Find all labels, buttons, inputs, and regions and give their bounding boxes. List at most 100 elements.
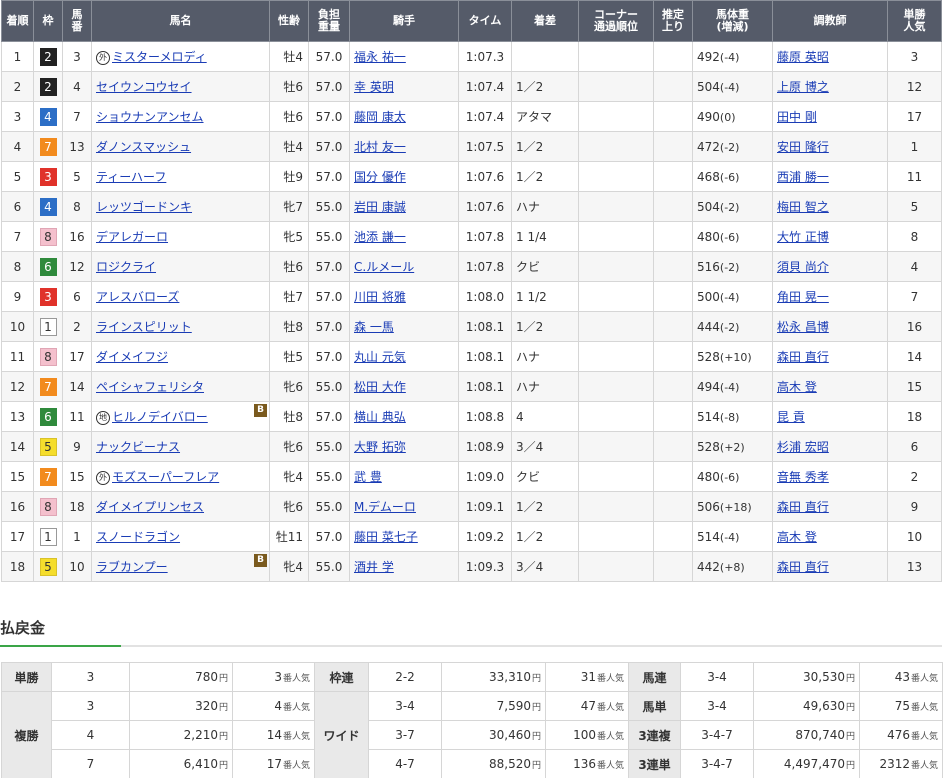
- jockey-link[interactable]: 藤岡 康太: [354, 110, 406, 124]
- trainer-link[interactable]: 音無 秀孝: [777, 470, 829, 484]
- weight-cell: 57.0: [308, 341, 350, 372]
- col-rank[interactable]: 着順: [1, 0, 34, 42]
- table-row: 7 8 16 デアレガーロ 牝5 55.0 池添 謙一 1:07.8 1 1/4 480(-6) 大…: [1, 221, 942, 252]
- horse-link[interactable]: ミスターメロディ: [112, 50, 207, 64]
- jockey-link[interactable]: 岩田 康誠: [354, 200, 406, 214]
- margin-cell: ハナ: [511, 191, 579, 222]
- rank-cell: 6: [1, 191, 34, 222]
- trainer-link[interactable]: 昆 貢: [777, 410, 805, 424]
- trainer-link[interactable]: 高木 登: [777, 530, 817, 544]
- horse-link[interactable]: ラブカンプー: [96, 560, 168, 574]
- horse-link[interactable]: ダイメイフジ: [96, 350, 168, 364]
- col-bodyweight[interactable]: 馬体重 (増減): [692, 0, 773, 42]
- jockey-link[interactable]: 国分 優作: [354, 170, 406, 184]
- trainer-link[interactable]: 森田 直行: [777, 560, 829, 574]
- jockey-cell: 横山 典弘: [349, 401, 459, 432]
- col-waku[interactable]: 枠: [33, 0, 63, 42]
- corner-cell: [578, 251, 654, 282]
- jockey-link[interactable]: 酒井 学: [354, 560, 394, 574]
- table-row: 1 2 3 外ミスターメロディ 牡4 57.0 福永 祐一 1:07.3 492(-4) 藤原 英…: [1, 41, 942, 72]
- fukusho-amount: 320円: [129, 691, 233, 721]
- trainer-link[interactable]: 西浦 勝一: [777, 170, 829, 184]
- horse-link[interactable]: アレスバローズ: [96, 290, 179, 304]
- jockey-link[interactable]: 丸山 元気: [354, 350, 406, 364]
- bodyweight-diff: (-6): [719, 170, 740, 184]
- jockey-link[interactable]: 北村 友一: [354, 140, 406, 154]
- wide-combo: 4-7: [368, 749, 442, 778]
- horse-link[interactable]: デアレガーロ: [96, 230, 168, 244]
- horse-link[interactable]: ラインスピリット: [96, 320, 192, 334]
- umaban-cell: 18: [62, 491, 92, 522]
- col-jockey[interactable]: 騎手: [349, 0, 459, 42]
- horse-link[interactable]: ショウナンアンセム: [96, 110, 204, 124]
- jockey-link[interactable]: C.ルメール: [354, 260, 414, 274]
- trainer-link[interactable]: 田中 剛: [777, 110, 817, 124]
- jockey-link[interactable]: 武 豊: [354, 470, 382, 484]
- col-horse[interactable]: 馬名: [91, 0, 270, 42]
- col-weight[interactable]: 負担 重量: [308, 0, 350, 42]
- jockey-link[interactable]: 幸 英明: [354, 80, 394, 94]
- horse-link[interactable]: ヒルノデイバロー: [112, 410, 208, 424]
- corner-cell: [578, 221, 654, 252]
- jockey-link[interactable]: 川田 将雅: [354, 290, 406, 304]
- trainer-link[interactable]: 高木 登: [777, 380, 817, 394]
- col-trainer[interactable]: 調教師: [772, 0, 888, 42]
- horse-link[interactable]: スノードラゴン: [96, 530, 180, 544]
- col-margin[interactable]: 着差: [511, 0, 579, 42]
- horse-link[interactable]: ロジクライ: [96, 260, 156, 274]
- col-time[interactable]: タイム: [458, 0, 512, 42]
- time-cell: 1:08.1: [458, 311, 512, 342]
- horse-link[interactable]: ペイシャフェリシタ: [96, 380, 204, 394]
- sanrentan-combo: 3-4-7: [680, 749, 754, 778]
- trainer-link[interactable]: 森田 直行: [777, 350, 829, 364]
- jockey-link[interactable]: 森 一馬: [354, 320, 394, 334]
- trainer-link[interactable]: 角田 晃一: [777, 290, 829, 304]
- horse-link[interactable]: ティーハーフ: [96, 170, 166, 184]
- trainer-link[interactable]: 上原 博之: [777, 80, 829, 94]
- col-sexage[interactable]: 性齢: [269, 0, 309, 42]
- time-cell: 1:07.5: [458, 131, 512, 162]
- umaban-cell: 5: [62, 161, 92, 192]
- jockey-link[interactable]: 池添 謙一: [354, 230, 406, 244]
- trainer-link[interactable]: 須貝 尚介: [777, 260, 829, 274]
- trainer-link[interactable]: 大竹 正博: [777, 230, 829, 244]
- weight-cell: 57.0: [308, 41, 350, 72]
- horse-link[interactable]: レッツゴードンキ: [96, 200, 192, 214]
- time-cell: 1:08.0: [458, 281, 512, 312]
- col-odds[interactable]: 単勝 人気: [887, 0, 942, 42]
- sexage-cell: 牝4: [269, 551, 309, 582]
- col-corner[interactable]: コーナー 通過順位: [578, 0, 654, 42]
- horse-link[interactable]: モズスーパーフレア: [112, 470, 219, 484]
- wide-pop: 100番人気: [545, 720, 629, 750]
- umatan-pop: 75番人気: [859, 691, 943, 721]
- horse-link[interactable]: ダノンスマッシュ: [96, 140, 191, 154]
- umaban-cell: 10: [62, 551, 92, 582]
- horse-link[interactable]: セイウンコウセイ: [96, 80, 192, 94]
- jockey-link[interactable]: 藤田 菜七子: [354, 530, 418, 544]
- popularity-cell: 2: [887, 461, 942, 492]
- col-umaban[interactable]: 馬 番: [62, 0, 92, 42]
- tansho-label: 単勝: [1, 662, 52, 692]
- time-cell: 1:09.1: [458, 491, 512, 522]
- bodyweight-diff: (+2): [719, 440, 745, 454]
- horse-link[interactable]: ナックビーナス: [96, 440, 180, 454]
- waku-badge: 5: [39, 437, 57, 456]
- horse-link[interactable]: ダイメイプリンセス: [96, 500, 204, 514]
- col-last3f[interactable]: 推定 上り: [653, 0, 693, 42]
- trainer-link[interactable]: 松永 昌博: [777, 320, 829, 334]
- horse-cell: スノードラゴン: [91, 521, 270, 552]
- sanrenpuku-label: 3連複: [628, 720, 681, 750]
- trainer-link[interactable]: 杉浦 宏昭: [777, 440, 829, 454]
- jockey-link[interactable]: 大野 拓弥: [354, 440, 406, 454]
- jockey-link[interactable]: 横山 典弘: [354, 410, 406, 424]
- jockey-link[interactable]: M.デムーロ: [354, 500, 416, 514]
- sanrenpuku-pop: 476番人気: [859, 720, 943, 750]
- trainer-link[interactable]: 安田 隆行: [777, 140, 829, 154]
- trainer-link[interactable]: 森田 直行: [777, 500, 829, 514]
- waku-cell: 3: [33, 161, 63, 192]
- jockey-link[interactable]: 福永 祐一: [354, 50, 406, 64]
- trainer-link[interactable]: 梅田 智之: [777, 200, 829, 214]
- jockey-link[interactable]: 松田 大作: [354, 380, 406, 394]
- last3f-cell: [653, 311, 693, 342]
- trainer-link[interactable]: 藤原 英昭: [777, 50, 829, 64]
